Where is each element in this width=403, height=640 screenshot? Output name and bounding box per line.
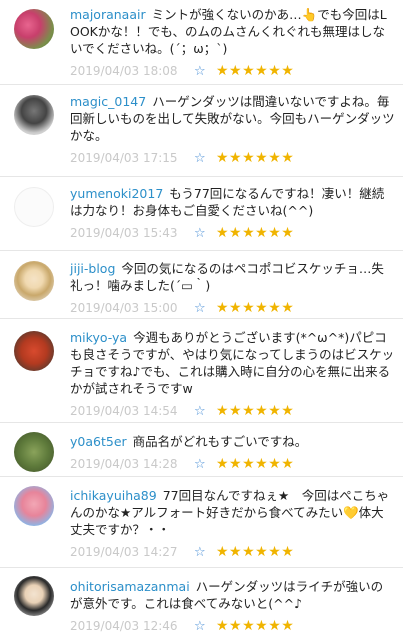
heart-outline-icon[interactable]: ☆ (194, 404, 216, 419)
comment-username[interactable]: y0a6t5er (70, 434, 127, 449)
comment-meta: 2019/04/03 12:46 ☆ ★★★★★★ (70, 618, 395, 634)
star-rating: ★★★★★★ (216, 544, 295, 560)
comment-meta: 2019/04/03 18:08 ☆ ★★★★★★ (70, 63, 395, 79)
avatar[interactable] (14, 9, 54, 49)
avatar[interactable] (14, 486, 54, 526)
comment-text: 商品名がどれもすごいですね。 (132, 434, 308, 449)
comment-date: 2019/04/03 17:15 (70, 151, 178, 165)
comment-body: magic_0147 ハーゲンダッツは間違いないですよね。毎回新しいものを出して失… (70, 93, 395, 144)
comment-list: majoranaair ミントが強くないのかあ…👆でも今回はLOOKかな！！でも、… (0, 0, 403, 640)
comment-date: 2019/04/03 18:08 (70, 64, 178, 78)
heart-outline-icon[interactable]: ☆ (194, 151, 216, 166)
comment-username[interactable]: ohitorisamazanmai (70, 579, 190, 594)
comment-meta: 2019/04/03 14:28 ☆ ★★★★★★ (70, 456, 395, 472)
comment-username[interactable]: yumenoki2017 (70, 186, 163, 201)
comment-item: ohitorisamazanmai ハーゲンダッツはライチが強いのが意外です。これ… (0, 568, 403, 640)
comment-body: ohitorisamazanmai ハーゲンダッツはライチが強いのが意外です。これ… (70, 578, 395, 612)
heart-outline-icon[interactable]: ☆ (194, 545, 216, 560)
star-rating: ★★★★★★ (216, 403, 295, 419)
comment-date: 2019/04/03 14:27 (70, 545, 178, 559)
comment-body: mikyo-ya 今週もありがとうございます(*^ω^*)パピコも良さそうですが、… (70, 329, 395, 397)
star-rating: ★★★★★★ (216, 456, 295, 472)
comment-item: y0a6t5er 商品名がどれもすごいですね。 2019/04/03 14:28 … (0, 423, 403, 477)
avatar[interactable] (14, 95, 54, 135)
comment-meta: 2019/04/03 15:00 ☆ ★★★★★★ (70, 300, 395, 316)
comment-date: 2019/04/03 15:43 (70, 226, 178, 240)
avatar[interactable] (14, 261, 54, 301)
comment-body: majoranaair ミントが強くないのかあ…👆でも今回はLOOKかな！！でも、… (70, 6, 395, 57)
avatar[interactable] (14, 432, 54, 472)
comment-meta: 2019/04/03 17:15 ☆ ★★★★★★ (70, 150, 395, 166)
comment-username[interactable]: jiji-blog (70, 261, 115, 276)
comment-username[interactable]: magic_0147 (70, 94, 146, 109)
avatar[interactable] (14, 576, 54, 616)
comment-text: 今回の気になるのはペコポコビスケッチョ…失礼っ！噛みました(´▭｀) (70, 261, 384, 293)
comment-item: magic_0147 ハーゲンダッツは間違いないですよね。毎回新しいものを出して失… (0, 85, 403, 177)
star-rating: ★★★★★★ (216, 618, 295, 634)
comment-username[interactable]: ichikayuiha89 (70, 488, 157, 503)
heart-outline-icon[interactable]: ☆ (194, 301, 216, 316)
star-rating: ★★★★★★ (216, 225, 295, 241)
comment-meta: 2019/04/03 15:43 ☆ ★★★★★★ (70, 225, 395, 241)
comment-body: yumenoki2017 もう77回になるんですね！凄い！継続は力なり！お身体もご… (70, 185, 395, 219)
star-rating: ★★★★★★ (216, 150, 295, 166)
comment-item: ichikayuiha89 77回目なんですねぇ★ 今回はぺこちゃんのかな★アルフ… (0, 477, 403, 568)
heart-outline-icon[interactable]: ☆ (194, 226, 216, 241)
heart-outline-icon[interactable]: ☆ (194, 64, 216, 79)
comment-date: 2019/04/03 14:54 (70, 404, 178, 418)
star-rating: ★★★★★★ (216, 63, 295, 79)
avatar[interactable] (14, 187, 54, 227)
comment-body: y0a6t5er 商品名がどれもすごいですね。 (70, 433, 395, 450)
comment-item: jiji-blog 今回の気になるのはペコポコビスケッチョ…失礼っ！噛みました(´… (0, 251, 403, 319)
heart-outline-icon[interactable]: ☆ (194, 619, 216, 634)
star-rating: ★★★★★★ (216, 300, 295, 316)
comment-body: jiji-blog 今回の気になるのはペコポコビスケッチョ…失礼っ！噛みました(´… (70, 260, 395, 294)
comment-meta: 2019/04/03 14:54 ☆ ★★★★★★ (70, 403, 395, 419)
comment-item: yumenoki2017 もう77回になるんですね！凄い！継続は力なり！お身体もご… (0, 177, 403, 251)
comment-item: majoranaair ミントが強くないのかあ…👆でも今回はLOOKかな！！でも、… (0, 0, 403, 85)
comment-username[interactable]: mikyo-ya (70, 330, 127, 345)
comment-date: 2019/04/03 15:00 (70, 301, 178, 315)
comment-meta: 2019/04/03 14:27 ☆ ★★★★★★ (70, 544, 395, 560)
comment-date: 2019/04/03 12:46 (70, 619, 178, 633)
comment-item: mikyo-ya 今週もありがとうございます(*^ω^*)パピコも良さそうですが、… (0, 319, 403, 423)
comment-date: 2019/04/03 14:28 (70, 457, 178, 471)
comment-username[interactable]: majoranaair (70, 7, 146, 22)
comment-body: ichikayuiha89 77回目なんですねぇ★ 今回はぺこちゃんのかな★アルフ… (70, 487, 395, 538)
heart-outline-icon[interactable]: ☆ (194, 457, 216, 472)
avatar[interactable] (14, 331, 54, 371)
